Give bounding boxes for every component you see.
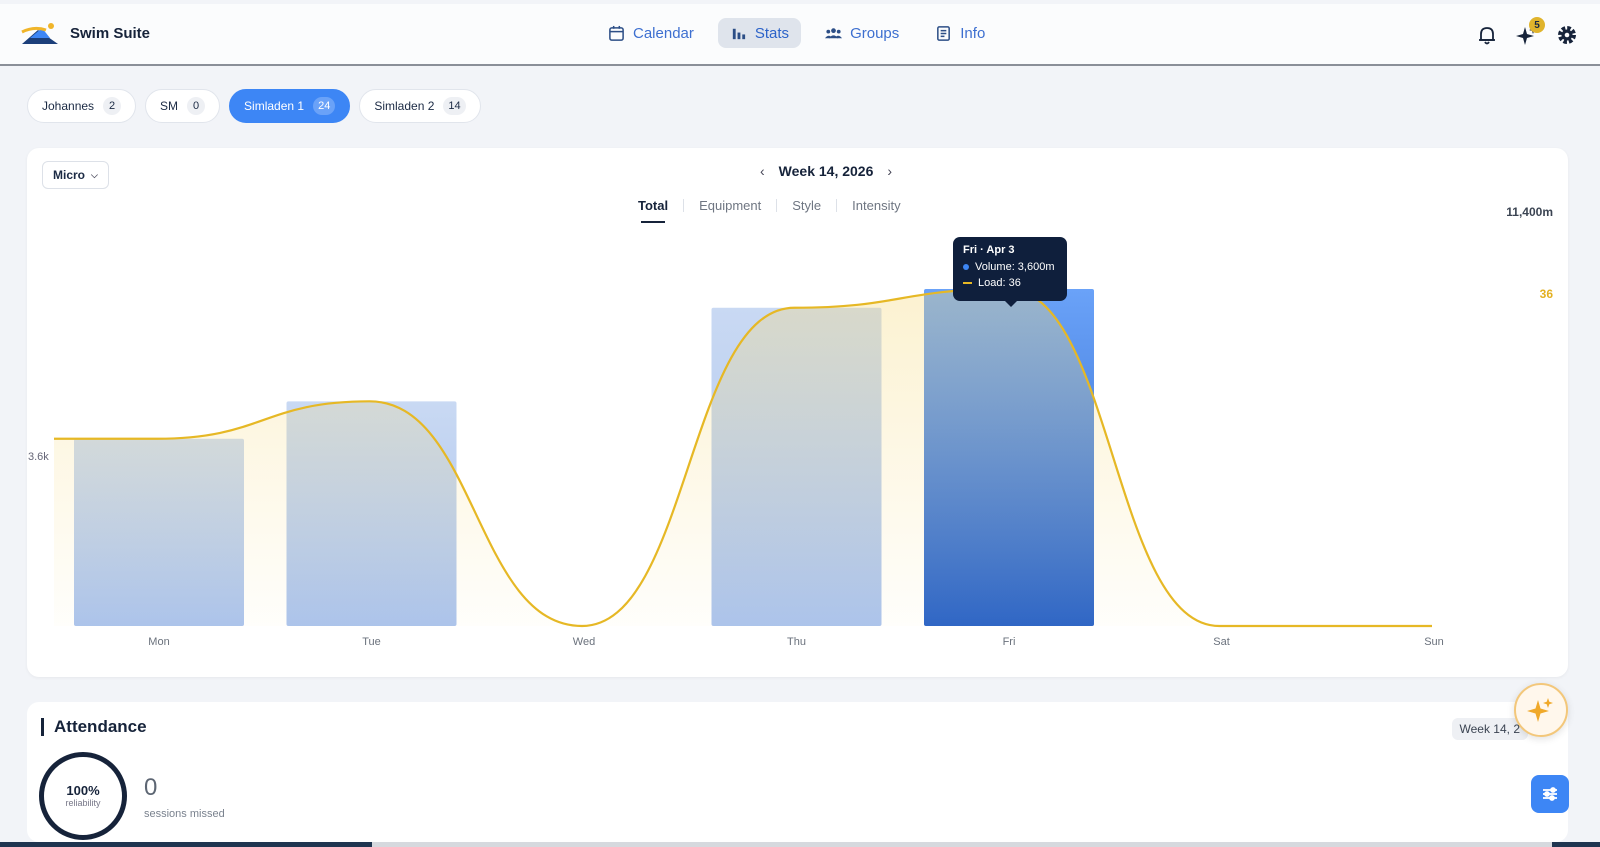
top-actions: 5 [1476,17,1578,46]
ai-floating-button[interactable] [1514,683,1568,737]
group-chip-label: Simladen 1 [244,99,305,113]
nav-calendar[interactable]: Calendar [596,18,706,48]
x-axis-label: Thu [787,636,806,648]
filter-settings-button[interactable] [1531,775,1569,813]
page: Swim Suite Calendar Stats Groups Info 5 … [0,0,1600,847]
volume-load-chart[interactable]: Mon Tue Wed Thu Fri Sat Sun [27,148,1568,677]
ai-assistant-button[interactable]: 5 [1516,17,1545,46]
bell-icon [1479,27,1495,45]
load-legend-line [963,282,972,284]
x-axis-label: Mon [148,636,169,648]
chart-tooltip: Fri · Apr 3 Volume: 3,600m Load: 36 [953,237,1067,307]
scrollbar-thumb[interactable] [372,842,1552,847]
sparkle-icon [1527,698,1553,722]
nav-stats[interactable]: Stats [717,18,802,48]
group-filter: Johannes 2 SM 0 Simladen 1 24 Simladen 2… [27,89,481,123]
missed-sessions-label: sessions missed [144,808,225,820]
group-chip-count: 0 [187,97,206,115]
volume-legend-dot [963,264,969,270]
nav-stats-label: Stats [754,24,790,42]
nav-groups[interactable]: Groups [813,18,911,48]
brand[interactable]: Swim Suite [20,18,150,48]
notifications-button[interactable] [1476,24,1498,46]
document-icon [937,25,951,41]
app-name: Swim Suite [70,24,151,42]
group-chip-count: 14 [443,97,466,115]
x-axis-label: Wed [573,636,595,648]
attendance-card: Attendance Week 14, 2 100% reliability 0… [27,702,1568,842]
reliability-ring: 100% reliability [39,752,127,840]
calendar-icon [609,25,624,41]
sliders-icon [1543,787,1557,801]
main-nav: Calendar Stats Groups Info [596,18,997,48]
nav-groups-label: Groups [850,24,900,42]
tooltip-volume: Volume: 3,600m [975,261,1055,273]
nav-info[interactable]: Info [923,18,997,48]
group-chip-label: Simladen 2 [374,99,435,113]
groups-icon [825,27,843,38]
reliability-percent: 100% [66,783,100,798]
attendance-title: Attendance [41,718,147,736]
group-chip-label: Johannes [42,99,95,113]
tooltip-load: Load: 36 [978,277,1021,289]
reliability-label: reliability [65,798,101,808]
swim-suite-logo-icon [21,23,58,44]
group-chip-count: 2 [103,97,122,115]
x-axis-label: Sun [1424,636,1444,648]
top-bar: Swim Suite Calendar Stats Groups Info 5 [0,4,1600,66]
horizontal-scrollbar[interactable] [0,842,1600,847]
group-chip-simladen-1[interactable]: Simladen 1 24 [229,89,351,123]
group-chip-label: SM [160,99,179,113]
tooltip-volume-row: Volume: 3,600m [963,261,1057,273]
settings-button[interactable] [1556,24,1578,46]
group-chip-sm[interactable]: SM 0 [145,89,221,123]
group-chip-count: 24 [313,97,336,115]
bar-chart-icon [732,28,745,39]
x-axis-label: Fri [1003,636,1016,648]
tooltip-title: Fri · Apr 3 [963,244,1015,256]
group-chip-johannes[interactable]: Johannes 2 [27,89,137,123]
gear-icon [1558,26,1576,44]
nav-info-label: Info [960,24,986,42]
ai-badge: 5 [1529,17,1545,33]
group-chip-simladen-2[interactable]: Simladen 2 14 [359,89,481,123]
x-axis-label: Sat [1213,636,1230,648]
missed-sessions-count: 0 [144,774,158,801]
tooltip-load-row: Load: 36 [963,277,1057,289]
nav-calendar-label: Calendar [633,24,694,42]
x-axis-label: Tue [362,636,381,648]
stats-chart-card: Micro ⌵ ‹ Week 14, 2026 › Total Equipmen… [27,148,1568,677]
